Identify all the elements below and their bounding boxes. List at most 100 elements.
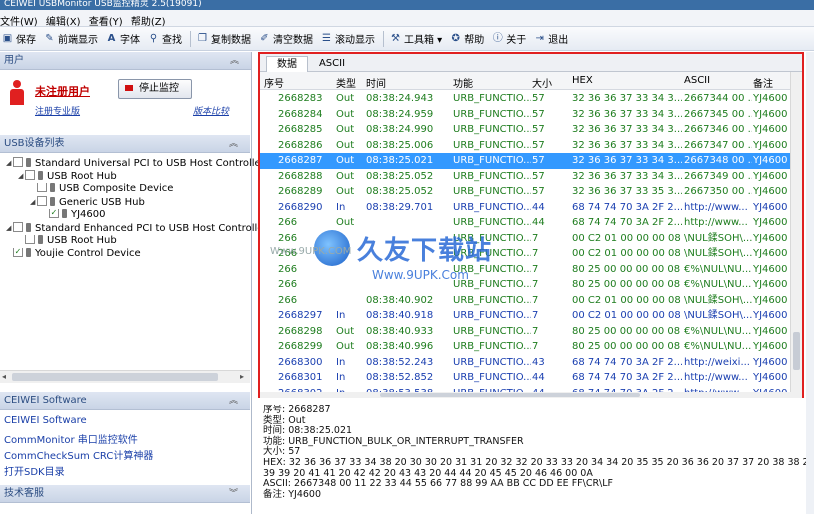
table-row[interactable]: 2668284 Out 08:38:24.959 URB_FUNCTIO... 57 32… xyxy=(260,107,790,123)
find-button[interactable]: ⚲ 查找 xyxy=(148,31,182,46)
exit-button[interactable]: ⇥ 退出 xyxy=(534,31,569,46)
cell-time: 08:38:40.918 xyxy=(366,310,434,321)
user-section-header[interactable]: 用户 ︽ xyxy=(0,52,251,70)
save-button[interactable]: ▣ 保存 xyxy=(2,31,36,46)
column-header-type[interactable]: 类型 xyxy=(336,75,356,90)
menu-help[interactable]: 帮助(Z) xyxy=(131,10,171,28)
front-display-button[interactable]: ✎ 前端显示 xyxy=(44,31,98,46)
cell-note: YJ4600 xyxy=(753,232,788,244)
usb-section-header[interactable]: USB设备列表 ︽ xyxy=(0,135,250,153)
about-button[interactable]: ⓘ 关于 xyxy=(492,31,527,46)
tab-ascii[interactable]: ASCII xyxy=(312,56,352,72)
table-row[interactable]: 2668297 In 08:38:40.918 URB_FUNCTIO... 7 00 C… xyxy=(260,308,790,324)
grid-horizontal-scrollbar[interactable] xyxy=(260,392,802,398)
unregistered-user-link[interactable]: 未注册用户 xyxy=(35,83,90,99)
scroll-thumb[interactable] xyxy=(793,332,800,370)
tree-node[interactable]: USB Composite Device xyxy=(30,183,173,195)
table-row[interactable]: 2668288 Out 08:38:25.052 URB_FUNCTIO... 57 32… xyxy=(260,169,790,185)
user-box: 未注册用户 停止监控 注册专业版 版本比较 xyxy=(0,70,251,128)
table-row[interactable]: 2668301 In 08:38:52.852 URB_FUNCTIO... 44 68 … xyxy=(260,370,790,386)
cell-seq: 2668298 xyxy=(278,325,323,337)
expand-arrow-icon[interactable]: ◢ xyxy=(30,196,37,208)
tree-node[interactable]: ◢ Standard Enhanced PCI to USB Host Contr… xyxy=(6,222,263,234)
cell-hex: 32 36 36 37 33 34 3... xyxy=(572,139,682,151)
tree-horizontal-scrollbar[interactable]: ◂ ▸ xyxy=(0,370,250,383)
cell-ascii: 2667349 00 ... xyxy=(684,170,752,182)
tree-node-checkbox[interactable]: ✓ xyxy=(49,209,59,218)
expand-arrow-icon[interactable]: ◢ xyxy=(6,222,13,234)
scroll-thumb[interactable] xyxy=(12,373,218,381)
toolbox-button[interactable]: ⚒ 工具箱 ▾ xyxy=(390,31,442,46)
column-header-time[interactable]: 时间 xyxy=(366,75,386,90)
commmonitor-link[interactable]: CommMonitor 串口监控软件 xyxy=(4,431,138,446)
watermark-url: Www.9UPK.Com xyxy=(372,268,469,282)
collapse-icon[interactable]: ︽ xyxy=(229,392,238,410)
help-button[interactable]: ✪ 帮助 xyxy=(450,31,485,46)
scroll-thumb[interactable] xyxy=(380,393,640,397)
support-section-header[interactable]: 技术客服 ︾ xyxy=(0,485,250,503)
cell-time: 08:38:40.933 xyxy=(366,325,434,337)
register-pro-link[interactable]: 注册专业版 xyxy=(35,104,80,117)
collapse-icon[interactable]: ︽ xyxy=(229,135,238,153)
version-compare-link[interactable]: 版本比较 xyxy=(193,104,229,117)
column-header-ascii[interactable]: ASCII xyxy=(684,75,710,86)
left-pane: 用户 ︽ 未注册用户 停止监控 注册专业版 版本比较 USB设备列表 ︽ ◢ St… xyxy=(0,52,265,514)
table-row[interactable]: 2668290 In 08:38:29.701 URB_FUNCTIO... 44 68 … xyxy=(260,200,790,216)
scroll-display-button[interactable]: ☰ 滚动显示 xyxy=(321,31,375,46)
grid-vertical-scrollbar[interactable] xyxy=(790,72,802,392)
tree-node-checkbox[interactable] xyxy=(25,170,35,180)
ceiwei-software-link[interactable]: CEIWEI Software xyxy=(4,415,87,426)
table-row[interactable]: 2668285 Out 08:38:24.990 URB_FUNCTIO... 57 32… xyxy=(260,122,790,138)
menu-edit[interactable]: 编辑(X) xyxy=(46,10,86,28)
tree-node[interactable]: ◢ Generic USB Hub xyxy=(30,196,145,208)
table-row[interactable]: 2668286 Out 08:38:25.006 URB_FUNCTIO... 57 32… xyxy=(260,138,790,154)
table-row[interactable]: 2668289 Out 08:38:25.052 URB_FUNCTIO... 57 32… xyxy=(260,184,790,200)
tree-node-checkbox[interactable] xyxy=(37,196,47,206)
column-header-hex[interactable]: HEX xyxy=(572,75,593,86)
tree-node-checkbox[interactable] xyxy=(25,235,35,244)
table-row[interactable]: 266 08:38:40.902 URB_FUNCTIO... 7 00 C2 01 0… xyxy=(260,293,790,309)
cell-note: YJ4600 xyxy=(753,93,788,104)
tree-node[interactable]: ✓ Youjie Control Device xyxy=(6,248,141,260)
cell-ascii: €%\NUL\NU... xyxy=(684,279,752,290)
column-header-size[interactable]: 大小 xyxy=(532,75,552,90)
tree-node-checkbox[interactable] xyxy=(13,157,23,167)
open-sdk-link[interactable]: 打开SDK目录 xyxy=(4,463,65,478)
cell-ascii: \NUL鍒SOH\... xyxy=(684,294,752,306)
tree-node-checkbox[interactable]: ✓ xyxy=(13,248,23,257)
expand-arrow-icon[interactable]: ◢ xyxy=(6,157,13,169)
column-header-note[interactable]: 备注 xyxy=(753,75,773,90)
table-row[interactable]: 2668298 Out 08:38:40.933 URB_FUNCTIO... 7 80 … xyxy=(260,324,790,340)
menu-file[interactable]: 文件(W) xyxy=(0,10,43,28)
cell-note: YJ4600 xyxy=(753,170,788,182)
cell-hex: 68 74 74 70 3A 2F 2... xyxy=(572,201,682,213)
clear-data-button[interactable]: ✐ 清空数据 xyxy=(259,31,313,46)
column-header-seq[interactable]: 序号 xyxy=(264,75,284,90)
software-section-header[interactable]: CEIWEI Software ︽ xyxy=(0,392,250,410)
scroll-left-icon[interactable]: ◂ xyxy=(2,371,6,383)
column-header-function[interactable]: 功能 xyxy=(453,75,473,90)
scroll-right-icon[interactable]: ▸ xyxy=(240,371,244,383)
commchecksum-link[interactable]: CommCheckSum CRC计算神器 xyxy=(4,447,153,462)
collapse-icon[interactable]: ︽ xyxy=(230,52,239,70)
table-row[interactable]: 2668300 In 08:38:52.243 URB_FUNCTIO... 43 68 … xyxy=(260,355,790,371)
tree-node[interactable]: ◢ Standard Universal PCI to USB Host Cont… xyxy=(6,157,265,169)
font-button[interactable]: A 字体 xyxy=(106,31,140,46)
table-row[interactable]: 2668287 Out 08:38:25.021 URB_FUNCTIO... 57 32… xyxy=(260,153,790,169)
tab-data[interactable]: 数据 xyxy=(266,56,308,72)
table-row[interactable]: 2668299 Out 08:38:40.996 URB_FUNCTIO... 7 80 … xyxy=(260,339,790,355)
tree-node-checkbox[interactable] xyxy=(13,222,23,232)
copy-data-button[interactable]: ❐ 复制数据 xyxy=(197,31,251,46)
tree-node[interactable]: USB Root Hub xyxy=(18,235,117,247)
about-icon: ⓘ xyxy=(492,33,503,44)
cell-seq: 266 xyxy=(278,294,298,306)
expand-arrow-icon[interactable]: ◢ xyxy=(18,170,25,182)
tree-node[interactable]: ✓ YJ4600 xyxy=(42,209,106,221)
cell-type: Out xyxy=(336,170,355,182)
tree-node[interactable]: ◢ USB Root Hub xyxy=(18,170,117,182)
tree-node-checkbox[interactable] xyxy=(37,183,47,192)
expand-icon[interactable]: ︾ xyxy=(229,485,238,503)
menu-view[interactable]: 查看(Y) xyxy=(89,10,128,28)
stop-monitor-button[interactable]: 停止监控 xyxy=(118,79,192,99)
table-row[interactable]: 2668283 Out 08:38:24.943 URB_FUNCTIO... 57 32… xyxy=(260,91,790,107)
